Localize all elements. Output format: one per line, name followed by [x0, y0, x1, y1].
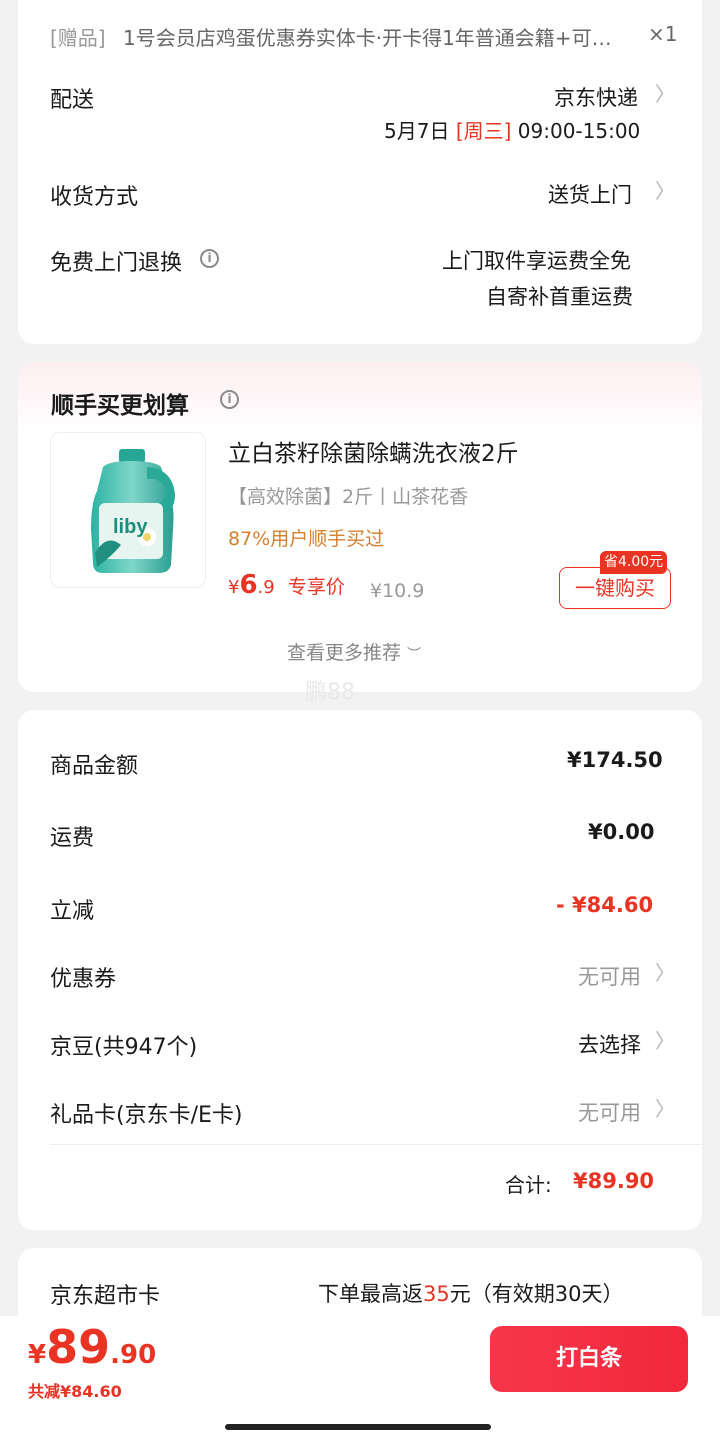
delivery-time: 5月7日 [周三] 09:00-15:00 — [384, 115, 640, 144]
discount-value: - ¥84.60 — [556, 893, 654, 917]
product-price: ¥6.9 专享价 — [228, 570, 345, 600]
delivery-date: 5月7日 — [384, 119, 450, 143]
delivery-window: 09:00-15:00 — [517, 119, 641, 143]
footer-saved: 共减¥84.60 — [28, 1382, 122, 1401]
chevron-right-icon[interactable]: 〉 — [655, 84, 675, 104]
checkout-bar: ¥89.90 共减¥84.60 打白条 — [0, 1316, 720, 1441]
save-badge: 省4.00元 — [600, 551, 668, 574]
total-value: ¥89.90 — [573, 1169, 655, 1193]
market-card-text: 下单最高返35元（有效期30天） — [318, 1278, 623, 1308]
free-return-line2: 自寄补首重运费 — [486, 285, 633, 309]
chevron-right-icon[interactable]: 〉 — [655, 181, 675, 201]
info-icon[interactable]: i — [220, 390, 239, 409]
original-price: ¥10.9 — [370, 580, 425, 602]
goods-amount-label: 商品金额 — [50, 754, 139, 779]
watermark: 鹏88 — [305, 680, 355, 705]
bought-rate: 87%用户顺手买过 — [228, 528, 385, 550]
upsell-title: 顺手买更划算 — [51, 393, 189, 419]
gift-tag: [赠品] — [50, 26, 106, 50]
gift-card-value[interactable]: 无可用 — [578, 1097, 641, 1127]
pay-button[interactable]: 打白条 — [490, 1326, 688, 1392]
footer-price-int: 89 — [46, 1320, 111, 1374]
coupon-value[interactable]: 无可用 — [578, 961, 641, 991]
footer-price-dec: .90 — [110, 1340, 157, 1370]
see-more-link[interactable]: 查看更多推荐 ︶ — [287, 638, 421, 665]
chevron-right-icon[interactable]: 〉 — [655, 963, 675, 983]
receive-value[interactable]: 送货上门 — [548, 179, 632, 209]
market-card-amount: 35 — [423, 1282, 450, 1306]
free-return-line1: 上门取件享运费全免 — [442, 249, 631, 273]
footer-price: ¥89.90 — [28, 1320, 156, 1374]
chevron-down-icon: ︶ — [407, 647, 422, 663]
order-summary-card: 商品金额 ¥174.50 运费 ¥0.00 立减 - ¥84.60 优惠券 无可… — [18, 710, 702, 1230]
free-return-label: 免费上门退换 — [50, 251, 183, 276]
receive-label: 收货方式 — [50, 185, 139, 210]
market-card-label: 京东超市卡 — [50, 1284, 161, 1309]
price-dec: .9 — [257, 577, 275, 598]
shipping-value: ¥0.00 — [588, 820, 655, 844]
delivery-weekday: [周三] — [455, 119, 512, 143]
footer-price-symbol: ¥ — [28, 1340, 47, 1370]
shipping-label: 运费 — [50, 826, 95, 851]
home-indicator[interactable] — [225, 1424, 491, 1430]
price-label: 专享价 — [287, 576, 345, 598]
brand-logo: liby — [113, 516, 148, 538]
price-symbol: ¥ — [228, 577, 240, 598]
upsell-card: 顺手买更划算 i liby 立白茶籽除菌除螨洗衣液2斤 【高效除菌】2斤丨山茶花… — [18, 362, 702, 705]
goods-amount-value: ¥174.50 — [567, 748, 663, 772]
info-icon[interactable]: i — [200, 249, 219, 268]
see-more-label: 查看更多推荐 — [287, 642, 402, 664]
market-card-post: 元（有效期30天） — [449, 1282, 624, 1306]
product-image[interactable]: liby — [50, 432, 206, 588]
coupon-label: 优惠券 — [50, 967, 117, 992]
delivery-label: 配送 — [50, 88, 95, 113]
jd-beans-value[interactable]: 去选择 — [578, 1029, 641, 1059]
product-name[interactable]: 立白茶籽除菌除螨洗衣液2斤 — [228, 434, 519, 468]
gift-qty: ×1 — [648, 22, 678, 46]
gift-text: 1号会员店鸡蛋优惠券实体卡·开卡得1年普通会籍+可… — [123, 26, 612, 50]
product-tags: 【高效除菌】2斤丨山茶花香 — [228, 486, 469, 508]
discount-label: 立减 — [50, 899, 95, 924]
price-int: 6 — [239, 570, 258, 600]
chevron-right-icon[interactable]: 〉 — [655, 1031, 675, 1051]
gift-card-label: 礼品卡(京东卡/E卡) — [50, 1103, 243, 1128]
total-label: 合计: — [505, 1173, 552, 1197]
delivery-carrier[interactable]: 京东快递 — [554, 82, 638, 112]
divider — [50, 1144, 702, 1145]
chevron-right-icon[interactable]: 〉 — [655, 1099, 675, 1119]
market-card-pre: 下单最高返 — [318, 1282, 423, 1306]
jd-beans-label: 京豆(共947个) — [50, 1035, 198, 1060]
delivery-card: [赠品] 1号会员店鸡蛋优惠券实体卡·开卡得1年普通会籍+可… ×1 配送 京东… — [18, 0, 702, 344]
